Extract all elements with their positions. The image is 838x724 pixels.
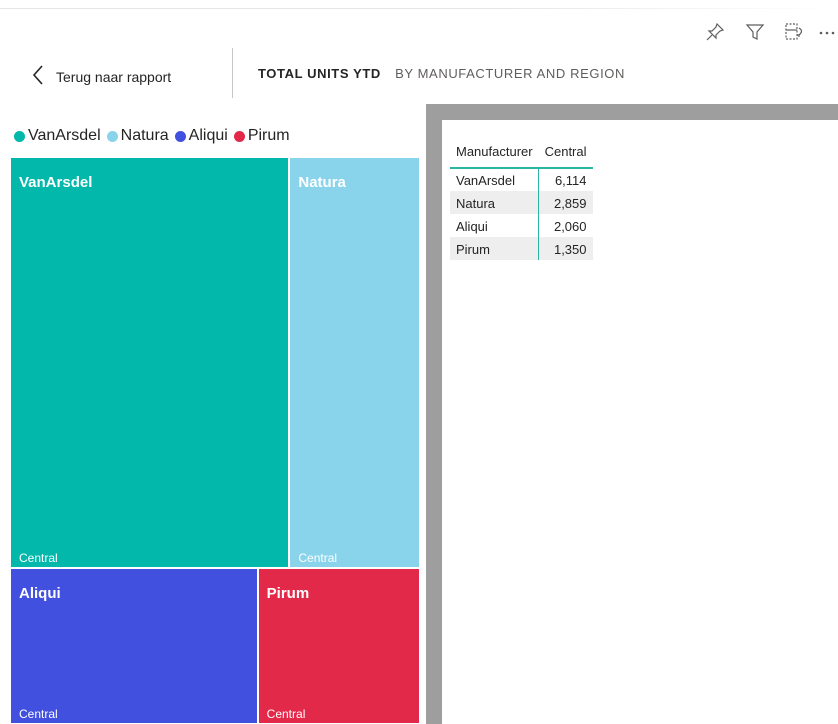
focus-mode-icon[interactable]: [784, 21, 806, 43]
column-header-manufacturer[interactable]: Manufacturer: [450, 136, 539, 169]
legend-label: Aliqui: [188, 127, 228, 144]
cell-manufacturer: Aliqui: [456, 218, 488, 234]
tile-region-label: Central: [19, 706, 58, 721]
table-row[interactable]: Aliqui 2,060: [450, 214, 593, 237]
legend-item-vanarsdel[interactable]: VanArsdel: [14, 127, 101, 145]
more-options-icon[interactable]: [818, 21, 838, 43]
treemap-tile-vanarsdel[interactable]: VanArsdel Central: [10, 157, 290, 568]
cell-manufacturer: Pirum: [450, 237, 539, 260]
legend: VanArsdel Natura Aliqui Pirum: [14, 127, 296, 145]
legend-dot: [106, 130, 118, 142]
legend-dot: [174, 130, 186, 142]
cell-central: 2,859: [538, 191, 593, 214]
treemap-tile-natura[interactable]: Natura Central: [289, 157, 420, 568]
treemap-chart: VanArsdel Central Natura Central Aliqui Centr…: [10, 157, 420, 724]
chevron-left-icon: [32, 64, 44, 91]
visual-toolbar: [686, 20, 838, 44]
top-divider: [0, 8, 838, 9]
back-label: Terug naar rapport: [56, 69, 172, 85]
table-row[interactable]: VanArsdel 6,114: [450, 168, 593, 191]
tile-label: VanArsdel: [19, 174, 93, 191]
tile-region-label: Central: [266, 706, 306, 721]
treemap-tile-pirum[interactable]: Pirum Central: [257, 567, 420, 724]
table-header-row: Manufacturer Central: [450, 136, 593, 169]
cell-central: 2,060: [538, 214, 593, 237]
cell-manufacturer: VanArsdel: [456, 173, 516, 188]
table-visual: Manufacturer Central VanArsdel 6,114 Nat…: [426, 104, 838, 724]
legend-dot: [14, 130, 25, 142]
cell-manufacturer: Natura: [450, 191, 539, 214]
legend-item-aliqui[interactable]: Aliqui: [174, 127, 228, 145]
tile-label: Pirum: [266, 584, 310, 602]
treemap-tile-aliqui[interactable]: Aliqui Central: [10, 567, 258, 724]
table-row[interactable]: Pirum 1,350: [450, 237, 593, 260]
data-table: Manufacturer Central VanArsdel 6,114 Nat…: [450, 136, 593, 260]
legend-dot: [233, 130, 245, 142]
tile-region-label: Central: [298, 550, 338, 565]
pin-icon[interactable]: [704, 21, 726, 43]
title-main: TOTAL UNITS YTD: [258, 66, 381, 81]
visual-title: TOTAL UNITS YTD BY MANUFACTURER AND REGI…: [258, 66, 625, 81]
legend-label: Natura: [120, 127, 169, 144]
legend-label: Pirum: [247, 127, 290, 144]
legend-item-natura[interactable]: Natura: [106, 127, 169, 145]
header-divider: [232, 48, 233, 98]
tile-region-label: Central: [19, 550, 58, 565]
filter-icon[interactable]: [744, 21, 766, 43]
cell-central: 6,114: [538, 168, 593, 191]
back-to-report-button[interactable]: Terug naar rapport: [32, 62, 171, 92]
title-subtitle: BY MANUFACTURER AND REGION: [395, 66, 625, 81]
column-header-central[interactable]: Central: [538, 136, 593, 169]
table-row[interactable]: Natura 2,859: [450, 191, 593, 214]
legend-item-pirum[interactable]: Pirum: [233, 127, 290, 145]
legend-label: VanArsdel: [28, 127, 101, 144]
cell-central: 1,350: [538, 237, 593, 260]
tile-label: Aliqui: [19, 584, 61, 602]
tile-label: Natura: [298, 174, 346, 191]
